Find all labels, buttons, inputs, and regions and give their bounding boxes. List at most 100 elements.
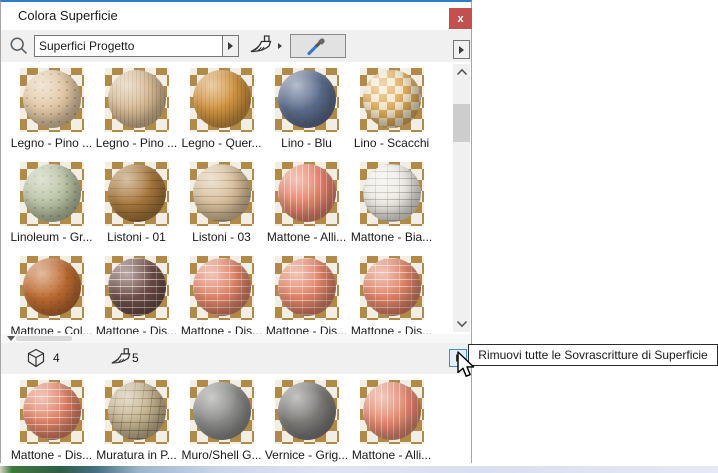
counts-bar: 4 5 — [1, 343, 471, 374]
material-sphere — [22, 382, 81, 440]
material-thumbnail[interactable] — [359, 380, 424, 444]
material-thumbnail[interactable] — [274, 380, 339, 444]
material-item[interactable]: Legno - Quer... — [179, 68, 264, 162]
vertical-scrollbar[interactable] — [453, 64, 470, 332]
material-thumbnail[interactable] — [19, 68, 84, 132]
material-thumbnail[interactable] — [19, 162, 84, 226]
eyedropper-button[interactable] — [290, 34, 346, 58]
arrow-right-icon — [459, 45, 464, 54]
material-thumbnail[interactable] — [104, 256, 169, 320]
material-label: Muro/Shell G... — [181, 448, 262, 462]
material-thumbnail[interactable] — [359, 68, 424, 132]
surface-list-lower[interactable]: Mattone - Dis... Muratura in P... Muro/She… — [1, 374, 471, 463]
material-sphere — [192, 164, 251, 222]
material-label: Mattone - Alli... — [266, 230, 347, 244]
material-thumbnail[interactable] — [359, 256, 424, 320]
material-sphere — [22, 70, 81, 128]
material-thumbnail[interactable] — [104, 380, 169, 444]
material-sphere — [107, 164, 166, 222]
paintbrush-dropdown-icon[interactable] — [278, 43, 282, 49]
material-item[interactable]: Mattone - Alli... — [349, 380, 434, 463]
material-label: Mattone - Bia... — [350, 230, 433, 244]
material-thumbnail[interactable] — [189, 68, 254, 132]
material-label: Legno - Pino ... — [10, 136, 93, 150]
search-dropdown-button[interactable] — [222, 35, 239, 57]
material-item[interactable]: Legno - Pino ... — [9, 68, 94, 162]
material-thumbnail[interactable] — [189, 256, 254, 320]
material-thumbnail[interactable] — [104, 68, 169, 132]
material-sphere — [192, 70, 251, 128]
surface-grid-upper: Legno - Pino ... Legno - Pino ... Legno - … — [1, 62, 451, 334]
material-thumbnail[interactable] — [19, 256, 84, 320]
titlebar[interactable]: Colora Superficie x — [1, 2, 472, 30]
material-item[interactable]: Mattone - Alli... — [264, 162, 349, 256]
scrollbar-thumb[interactable] — [453, 104, 470, 142]
chevron-up-icon — [456, 68, 467, 76]
material-sphere — [192, 258, 251, 316]
material-item[interactable]: Lino - Scacchi — [349, 68, 434, 162]
material-item[interactable]: Lino - Blu — [264, 68, 349, 162]
material-item[interactable]: Mattone - Dis... — [179, 256, 264, 334]
search-icon — [10, 37, 28, 55]
material-item[interactable]: Mattone - Dis... — [94, 256, 179, 334]
material-label: Mattone - Col... — [10, 324, 93, 334]
material-item[interactable]: Muro/Shell G... — [179, 380, 264, 463]
collapse-triangle-icon[interactable] — [7, 336, 15, 341]
background-app-strip — [0, 466, 718, 473]
close-icon: x — [457, 12, 464, 25]
material-item[interactable]: Mattone - Col... — [9, 256, 94, 334]
material-sphere — [277, 258, 336, 316]
material-sphere — [192, 382, 251, 440]
material-label: Mattone - Dis... — [95, 324, 178, 334]
material-label: Legno - Pino ... — [95, 136, 178, 150]
material-sphere — [107, 258, 166, 316]
material-item[interactable]: Mattone - Bia... — [349, 162, 434, 256]
surface-grid-lower: Mattone - Dis... Muratura in P... Muro/She… — [1, 374, 471, 463]
material-item[interactable]: Legno - Pino ... — [94, 68, 179, 162]
material-thumbnail[interactable] — [104, 162, 169, 226]
chevron-down-icon — [456, 320, 467, 328]
material-thumbnail[interactable] — [19, 380, 84, 444]
material-item[interactable]: Vernice - Grig... — [264, 380, 349, 463]
override-count: 5 — [132, 351, 139, 365]
material-item[interactable]: Muratura in P... — [94, 380, 179, 463]
material-label: Mattone - Alli... — [351, 448, 432, 462]
close-button[interactable]: x — [449, 8, 472, 29]
material-label: Listoni - 01 — [107, 230, 166, 244]
material-label: Lino - Scacchi — [353, 136, 430, 150]
pane-splitter[interactable] — [1, 334, 471, 343]
splitter-grip[interactable] — [16, 336, 72, 341]
material-item[interactable]: Listoni - 01 — [94, 162, 179, 256]
material-item[interactable]: Mattone - Dis... — [264, 256, 349, 334]
material-item[interactable]: Mattone - Dis... — [349, 256, 434, 334]
arrow-right-icon — [228, 42, 233, 50]
surface-list-upper[interactable]: Legno - Pino ... Legno - Pino ... Legno - … — [1, 62, 451, 334]
tooltip: Rimuovi tutte le Sovrascritture di Super… — [468, 344, 718, 366]
material-label: Lino - Blu — [281, 136, 332, 150]
paintbrush-icon — [111, 348, 131, 364]
material-thumbnail[interactable] — [189, 162, 254, 226]
material-label: Mattone - Dis... — [350, 324, 433, 334]
material-label: Mattone - Dis... — [265, 324, 348, 334]
scroll-down-button[interactable] — [453, 316, 470, 332]
material-label: Mattone - Dis... — [10, 448, 93, 462]
paintbrush-icon[interactable] — [248, 34, 274, 58]
screen: Colora Superficie x Superfici Progetto L… — [0, 0, 718, 473]
material-item[interactable]: Linoleum - Gr... — [9, 162, 94, 256]
toolbar-options-button[interactable] — [453, 40, 470, 59]
material-item[interactable]: Listoni - 03 — [179, 162, 264, 256]
search-input[interactable] — [34, 35, 224, 57]
material-label: Legno - Quer... — [181, 136, 262, 150]
material-thumbnail[interactable] — [274, 256, 339, 320]
material-label: Vernice - Grig... — [264, 448, 349, 462]
scroll-up-button[interactable] — [453, 64, 470, 80]
material-thumbnail[interactable] — [359, 162, 424, 226]
material-label: Linoleum - Gr... — [10, 230, 93, 244]
material-thumbnail[interactable] — [274, 162, 339, 226]
material-label: Mattone - Dis... — [180, 324, 263, 334]
material-thumbnail[interactable] — [274, 68, 339, 132]
material-sphere — [22, 258, 81, 316]
material-thumbnail[interactable] — [189, 380, 254, 444]
material-sphere — [107, 70, 166, 128]
material-item[interactable]: Mattone - Dis... — [9, 380, 94, 463]
